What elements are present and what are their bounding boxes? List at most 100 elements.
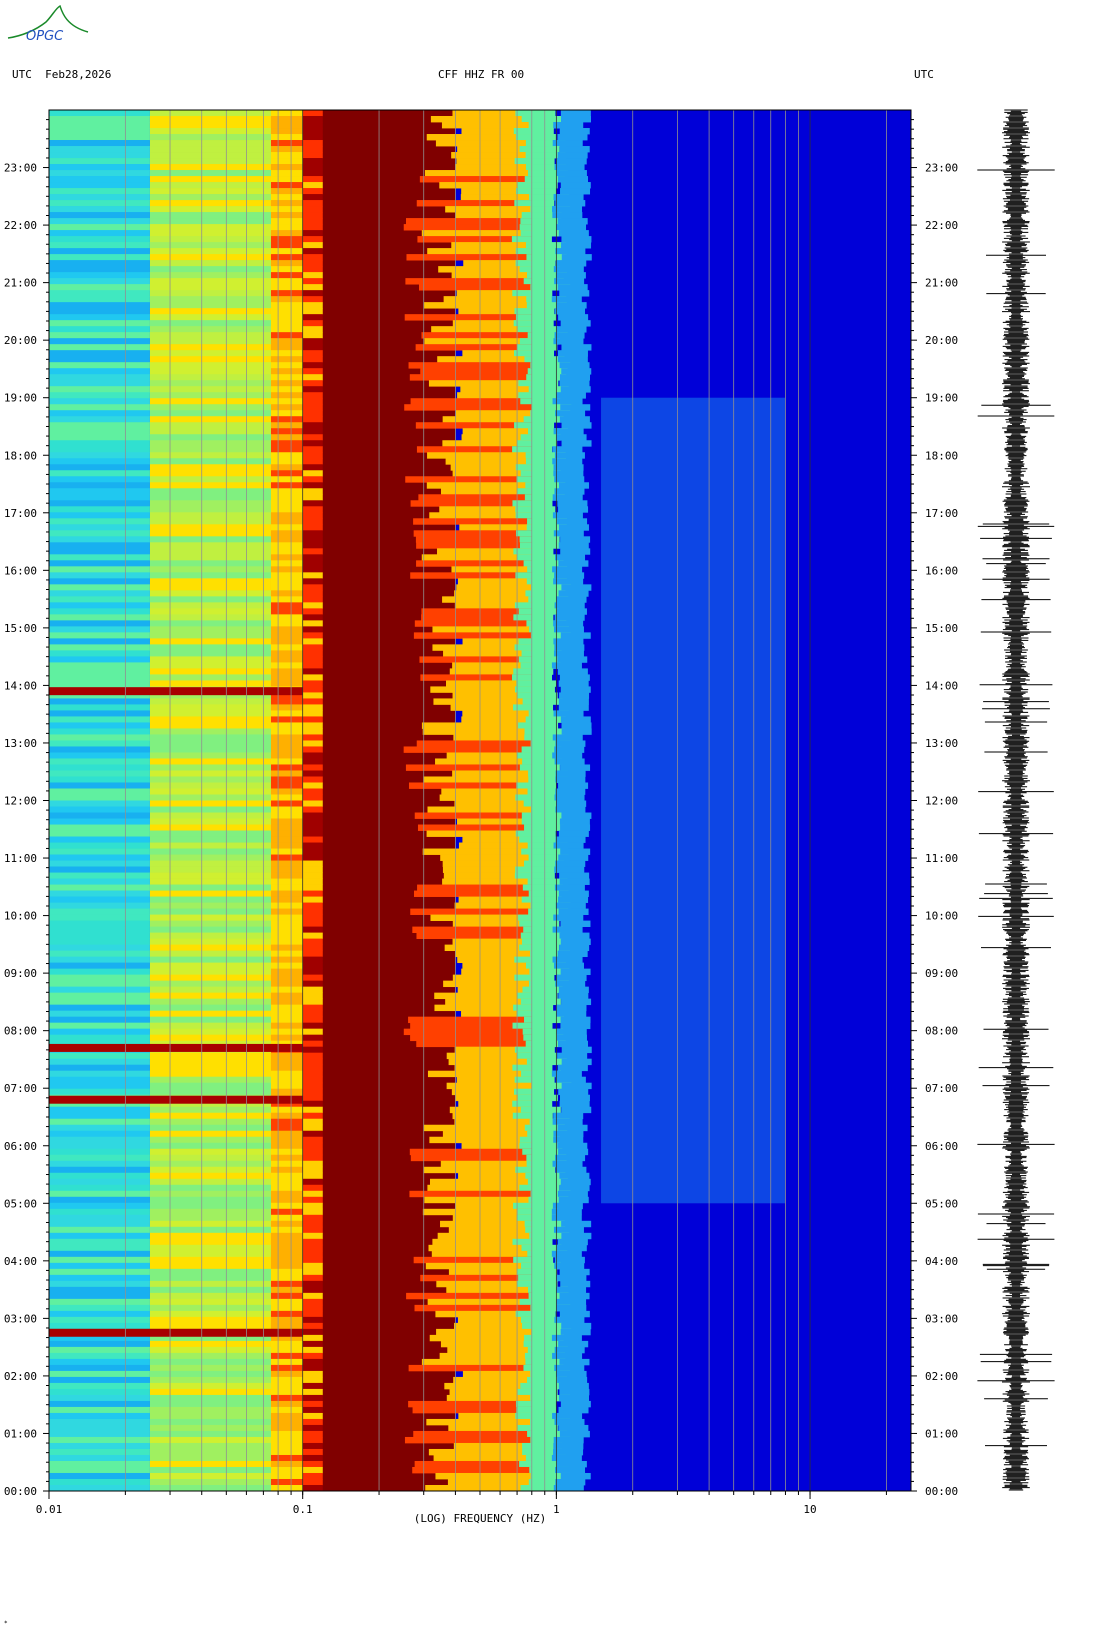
band-microseism-edge: [302, 1346, 323, 1354]
band-mid-row: [149, 1034, 271, 1042]
band-edge-row: [270, 1484, 303, 1492]
band-transition-edge: [526, 254, 567, 261]
band-microseism-edge: [302, 218, 323, 225]
band-low-row: [49, 176, 150, 183]
band-mid-row: [149, 1172, 271, 1180]
band-low-row: [49, 182, 150, 189]
band-edge-row: [270, 374, 303, 381]
band-mid-row: [149, 860, 271, 867]
band-low-row: [49, 470, 150, 477]
band-edge-row: [270, 914, 303, 921]
band-low-row: [49, 1298, 150, 1306]
band-transition-row: [442, 416, 532, 423]
event-line: [49, 1095, 303, 1104]
band-mid-row: [149, 464, 271, 471]
band-edge-row: [270, 1298, 303, 1306]
band-mid-row: [149, 128, 271, 135]
band-edge-row: [270, 1238, 303, 1246]
band-transition-tail: [555, 308, 586, 315]
band-microseism-edge: [302, 290, 323, 297]
band-edge-row: [270, 1250, 303, 1258]
band-low-row: [49, 200, 150, 207]
band-transition-tail: [560, 320, 591, 327]
band-transition-tail: [555, 1478, 586, 1486]
band-microseism-edge: [302, 1406, 323, 1414]
band-edge-row: [270, 320, 303, 327]
band-transition-edge: [515, 188, 556, 195]
band-transition-tail: [554, 1262, 585, 1270]
band-edge-row: [270, 824, 303, 831]
band-transition-row: [403, 746, 532, 753]
band-microseism-edge: [302, 500, 323, 507]
band-transition-tail: [556, 158, 587, 165]
band-edge-row: [270, 488, 303, 495]
band-edge-row: [270, 314, 303, 321]
band-transition-row: [418, 494, 532, 501]
band-edge-row: [270, 650, 303, 657]
band-transition-tail: [557, 518, 588, 525]
y-tick-label-right: 12:00: [925, 795, 958, 808]
band-microseism-edge: [302, 164, 323, 171]
band-edge-row: [270, 230, 303, 237]
band-edge-row: [270, 1418, 303, 1426]
band-transition-edge: [521, 818, 562, 825]
band-low-row: [49, 1088, 150, 1096]
band-low-row: [49, 920, 150, 927]
band-transition-tail: [554, 1418, 585, 1426]
band-mid-row: [149, 1430, 271, 1438]
band-transition-edge: [515, 1166, 556, 1174]
band-microseism-edge: [302, 452, 323, 459]
band-low-row: [49, 728, 150, 735]
band-edge-row: [270, 614, 303, 621]
band-microseism-edge: [302, 692, 323, 699]
band-edge-row: [270, 1028, 303, 1036]
band-transition-row: [421, 230, 532, 237]
band-low-row: [49, 284, 150, 291]
band-mid-row: [149, 1250, 271, 1258]
band-low-row: [49, 566, 150, 573]
band-transition-row: [444, 1382, 532, 1390]
band-microseism-edge: [302, 188, 323, 195]
band-low-row: [49, 1208, 150, 1216]
band-microseism-edge: [302, 512, 323, 519]
band-mid-row: [149, 674, 271, 681]
band-transition-edge: [523, 560, 564, 567]
band-transition-row: [452, 938, 532, 946]
band-low-row: [49, 266, 150, 273]
band-mid-row: [149, 1442, 271, 1450]
band-transition-edge: [518, 392, 559, 399]
band-transition-tail: [553, 578, 584, 585]
band-microseism-edge: [302, 764, 323, 771]
band-edge-row: [270, 1232, 303, 1240]
band-low-row: [49, 146, 150, 153]
band-low-row: [49, 746, 150, 753]
band-edge-row: [270, 524, 303, 531]
band-edge-row: [270, 1076, 303, 1084]
band-transition-tail: [555, 902, 586, 909]
band-low-row: [49, 602, 150, 609]
band-edge-row: [270, 1034, 303, 1042]
band-edge-row: [270, 1322, 303, 1330]
band-mid-row: [149, 1244, 271, 1252]
band-transition-tail: [561, 116, 592, 123]
band-low-row: [49, 212, 150, 219]
band-microseism-edge: [302, 980, 323, 988]
band-transition-row: [409, 1148, 532, 1156]
band-low-row: [49, 290, 150, 297]
band-mid-row: [149, 824, 271, 831]
band-low-row: [49, 1232, 150, 1240]
band-transition-tail: [557, 284, 588, 291]
band-transition-tail: [559, 380, 590, 387]
band-mid-row: [149, 416, 271, 423]
band-mid-row: [149, 1106, 271, 1114]
band-low-row: [49, 872, 150, 879]
band-microseism-edge: [302, 1214, 323, 1222]
band-low-row: [49, 1388, 150, 1396]
band-low-row: [49, 956, 150, 964]
band-mid-row: [149, 518, 271, 525]
event-line: [49, 687, 303, 696]
band-transition-edge: [514, 974, 555, 982]
band-microseism-edge: [302, 1466, 323, 1474]
band-transition-row: [456, 818, 532, 825]
band-transition-row: [462, 1370, 532, 1378]
